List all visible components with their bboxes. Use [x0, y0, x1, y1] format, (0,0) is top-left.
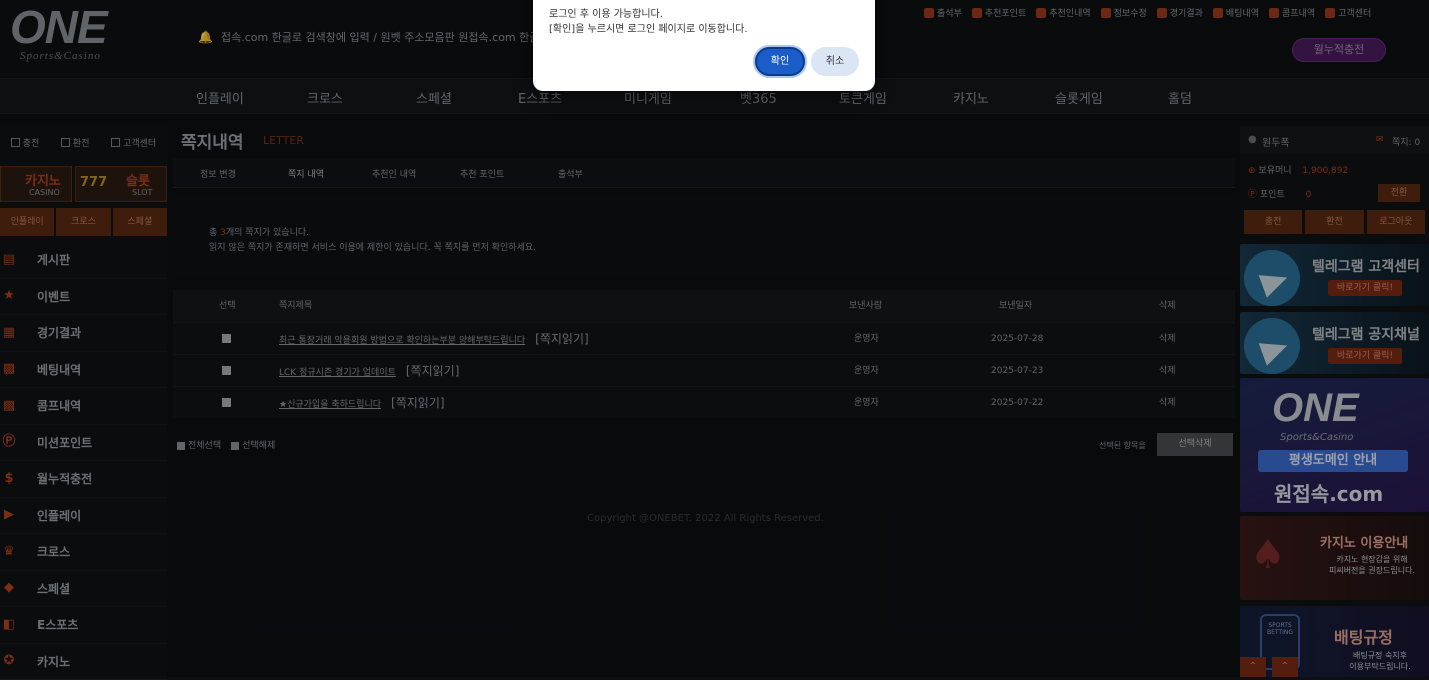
dialog-message-1: 로그인 후 이용 가능합니다. — [549, 5, 663, 20]
cancel-button[interactable]: 취소 — [811, 47, 859, 76]
confirm-button[interactable]: 확인 — [755, 47, 805, 76]
login-required-dialog: 로그인 후 이용 가능합니다. [확인]을 누르시면 로그인 페이지로 이동합니… — [533, 0, 875, 91]
dialog-message-2: [확인]을 누르시면 로그인 페이지로 이동합니다. — [549, 20, 748, 35]
modal-overlay — [0, 0, 1429, 677]
